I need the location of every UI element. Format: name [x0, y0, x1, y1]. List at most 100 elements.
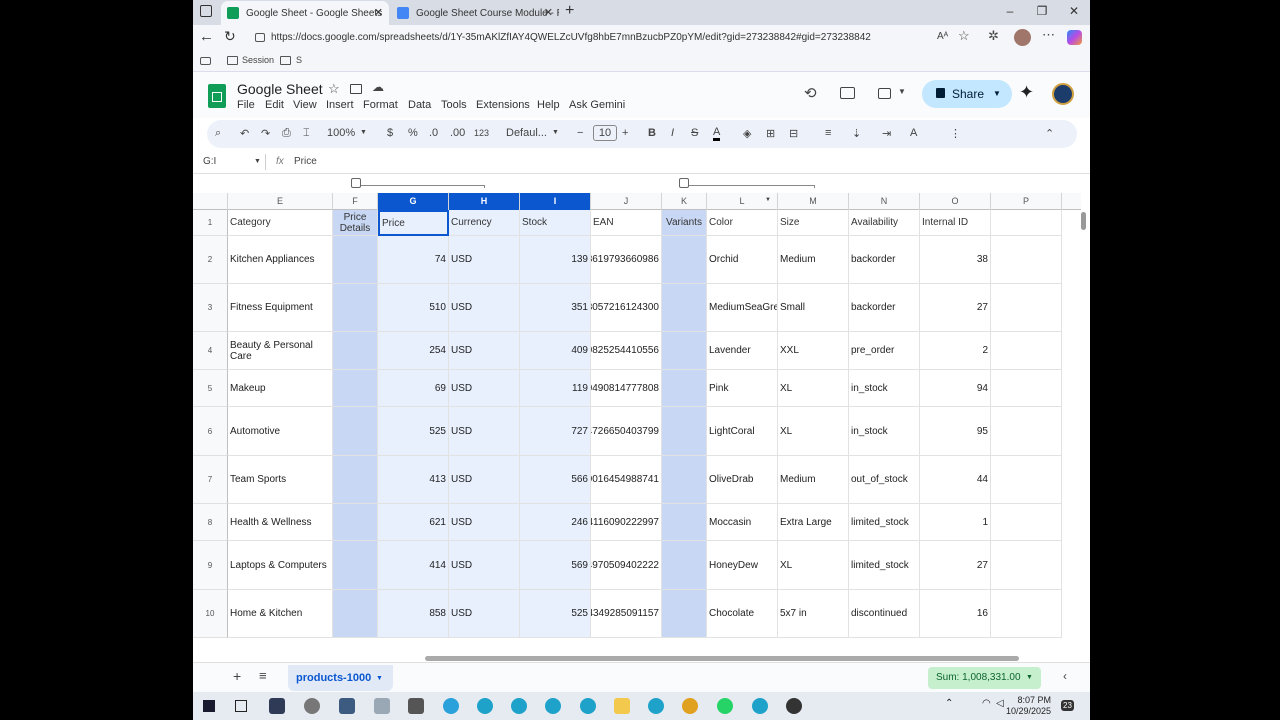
table-cell[interactable]: 4349285091157	[591, 590, 662, 638]
document-title[interactable]: Google Sheet	[237, 81, 323, 97]
table-cell[interactable]	[991, 407, 1062, 456]
table-cell[interactable]: Orchid	[707, 236, 778, 284]
table-cell[interactable]: 566	[520, 456, 591, 504]
system-clock[interactable]: 8:07 PM 10/29/2025	[1006, 695, 1051, 717]
table-cell[interactable]: discontinued	[849, 590, 920, 638]
chevron-down-icon[interactable]: ▼	[360, 129, 367, 136]
table-cell[interactable]: Beauty & Personal Care	[228, 332, 333, 370]
side-panel-toggle-icon[interactable]: ‹	[1063, 669, 1067, 683]
redo-icon[interactable]: ↷	[261, 127, 270, 140]
table-cell[interactable]	[333, 456, 378, 504]
profile-avatar[interactable]	[1014, 29, 1031, 46]
column-menu-chevron-down-icon[interactable]: ▼	[765, 197, 771, 203]
table-cell[interactable]: 2	[920, 332, 991, 370]
zoom-select[interactable]: 100%	[327, 127, 355, 139]
table-cell[interactable]: 4116090222997	[591, 504, 662, 541]
task-view-icon[interactable]	[235, 700, 247, 712]
menu-file[interactable]: File	[237, 99, 255, 111]
meet-icon[interactable]	[878, 88, 891, 99]
collapse-group-icon[interactable]	[679, 178, 689, 188]
menu-format[interactable]: Format	[363, 99, 398, 111]
table-cell[interactable]: 27	[920, 541, 991, 590]
chevron-down-icon[interactable]: ▼	[254, 158, 261, 165]
table-cell[interactable]: 414	[378, 541, 449, 590]
undo-icon[interactable]: ↶	[240, 127, 249, 140]
table-cell[interactable]: 94	[920, 370, 991, 407]
more-icon[interactable]: ⋮	[950, 127, 961, 140]
menu-view[interactable]: View	[293, 99, 317, 111]
table-cell[interactable]: Team Sports	[228, 456, 333, 504]
cloud-status-icon[interactable]: ☁	[372, 80, 384, 94]
table-cell[interactable]: out_of_stock	[849, 456, 920, 504]
menu-insert[interactable]: Insert	[326, 99, 354, 111]
table-cell[interactable]: USD	[449, 236, 520, 284]
text-color-icon[interactable]: A	[713, 127, 721, 141]
table-cell[interactable]: HoneyDew	[707, 541, 778, 590]
table-cell[interactable]	[991, 370, 1062, 407]
edge-icon[interactable]	[545, 698, 561, 714]
table-cell[interactable]	[662, 370, 707, 407]
share-button[interactable]: Share ▼	[922, 80, 1012, 108]
close-icon[interactable]: ✕	[374, 6, 383, 19]
column-header-p[interactable]: P	[991, 193, 1062, 210]
reload-icon[interactable]: ↻	[224, 28, 236, 45]
menu-data[interactable]: Data	[408, 99, 431, 111]
table-cell[interactable]: 1	[920, 504, 991, 541]
column-header-j[interactable]: J	[591, 193, 662, 210]
menu-extensions[interactable]: Extensions	[476, 99, 530, 111]
table-cell[interactable]: Fitness Equipment	[228, 284, 333, 332]
currency-format-button[interactable]: $	[387, 127, 393, 139]
sum-explore[interactable]: Sum: 1,008,331.00 ▼	[928, 667, 1041, 689]
sheet-tab-products[interactable]: products-1000 ▼	[288, 665, 393, 691]
edge-icon[interactable]	[580, 698, 596, 714]
share-dropdown-icon[interactable]: ▼	[993, 89, 1001, 98]
chevron-down-icon[interactable]: ▼	[898, 87, 906, 96]
table-cell[interactable]	[333, 504, 378, 541]
bookmark-toggle-icon[interactable]	[200, 57, 211, 65]
column-header-m[interactable]: M	[778, 193, 849, 210]
app-icon[interactable]	[786, 698, 802, 714]
app-icon[interactable]	[304, 698, 320, 714]
column-header-k[interactable]: K	[662, 193, 707, 210]
app-icon[interactable]	[682, 698, 698, 714]
table-cell[interactable]	[991, 504, 1062, 541]
table-cell[interactable]: USD	[449, 284, 520, 332]
star-icon[interactable]: ☆	[328, 81, 340, 97]
add-sheet-icon[interactable]: +	[233, 668, 241, 684]
header-cell[interactable]: Category	[228, 210, 333, 236]
row-header[interactable]: 7	[193, 456, 228, 504]
notifications-badge[interactable]: 23	[1061, 700, 1074, 711]
table-cell[interactable]: Home & Kitchen	[228, 590, 333, 638]
table-cell[interactable]	[662, 541, 707, 590]
windows-start-icon[interactable]	[203, 700, 215, 712]
table-cell[interactable]: Automotive	[228, 407, 333, 456]
table-cell[interactable]: 4726650403799	[591, 407, 662, 456]
row-header[interactable]: 1	[193, 210, 228, 236]
table-cell[interactable]: 74	[378, 236, 449, 284]
table-cell[interactable]: Laptops & Computers	[228, 541, 333, 590]
table-cell[interactable]	[991, 284, 1062, 332]
header-cell[interactable]: Size	[778, 210, 849, 236]
file-explorer-icon[interactable]	[614, 698, 630, 714]
table-cell[interactable]: OliveDrab	[707, 456, 778, 504]
wifi-icon[interactable]: ◠	[982, 698, 991, 709]
header-cell[interactable]: Stock	[520, 210, 591, 236]
volume-icon[interactable]: ◁	[996, 698, 1004, 709]
table-cell[interactable]: 621	[378, 504, 449, 541]
table-cell[interactable]: 95	[920, 407, 991, 456]
table-cell[interactable]: XXL	[778, 332, 849, 370]
table-cell[interactable]: pre_order	[849, 332, 920, 370]
extensions-icon[interactable]: ✲	[988, 28, 999, 44]
table-cell[interactable]: 254	[378, 332, 449, 370]
percent-format-button[interactable]: %	[408, 127, 418, 139]
comments-icon[interactable]	[840, 87, 855, 99]
table-cell[interactable]: USD	[449, 504, 520, 541]
table-cell[interactable]: USD	[449, 456, 520, 504]
table-cell[interactable]: Health & Wellness	[228, 504, 333, 541]
account-avatar[interactable]	[1052, 83, 1074, 105]
row-header[interactable]: 8	[193, 504, 228, 541]
snipping-tool-icon[interactable]	[269, 698, 285, 714]
text-wrap-icon[interactable]: ⇥	[882, 127, 891, 140]
table-cell[interactable]: Pink	[707, 370, 778, 407]
close-icon[interactable]: ✕	[544, 6, 553, 19]
